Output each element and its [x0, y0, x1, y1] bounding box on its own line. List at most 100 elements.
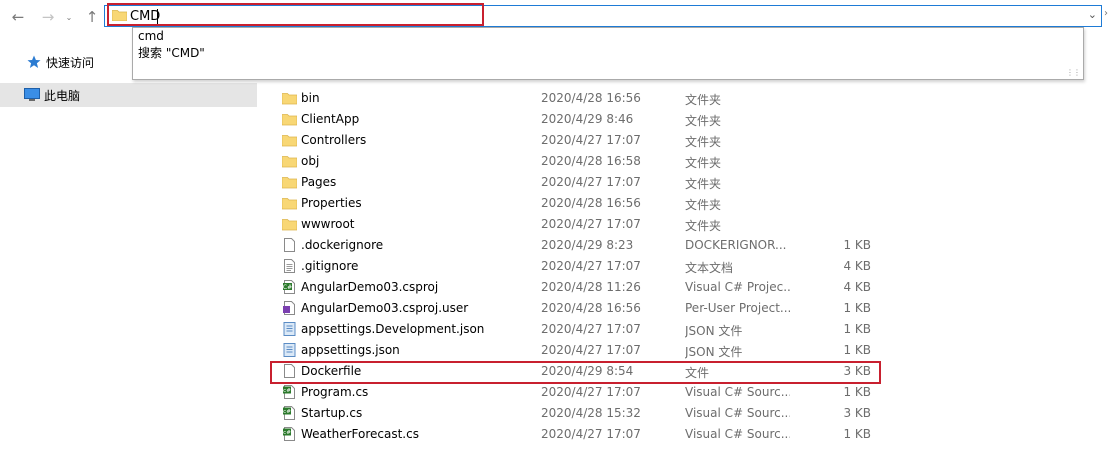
file-row[interactable]: c# Program.cs 2020/4/27 17:07 Visual C# Sou… — [280, 383, 880, 404]
file-size: 3 KB — [843, 364, 871, 378]
file-row[interactable]: .gitignore 2020/4/27 17:07 文本文档 4 KB — [280, 257, 880, 278]
file-row[interactable]: wwwroot 2020/4/27 17:07 文件夹 — [280, 215, 880, 236]
file-row[interactable]: Properties 2020/4/28 16:56 文件夹 — [280, 194, 880, 215]
file-date: 2020/4/28 11:26 — [541, 280, 641, 294]
folder-icon — [281, 91, 298, 105]
refresh-icon[interactable]: › — [1104, 8, 1108, 19]
up-button[interactable]: ↑ — [82, 6, 102, 28]
chevron-down-icon[interactable]: ⌄ — [1088, 8, 1097, 21]
file-date: 2020/4/29 8:46 — [541, 112, 634, 126]
file-row[interactable]: C# AngularDemo03.csproj 2020/4/28 11:26 Vis… — [280, 278, 880, 299]
file-type: DOCKERIGNOR... — [685, 238, 787, 252]
file-date: 2020/4/28 16:56 — [541, 91, 641, 105]
file-name: .dockerignore — [301, 238, 384, 252]
csharp-file-icon: c# — [282, 406, 297, 420]
file-name: appsettings.Development.json — [301, 322, 485, 336]
file-name: wwwroot — [301, 217, 355, 231]
star-icon — [26, 55, 42, 69]
forward-button[interactable]: → — [38, 6, 58, 28]
file-icon — [282, 364, 297, 378]
file-name: Program.cs — [301, 385, 369, 399]
chevron-down-icon: ⌄ — [65, 12, 73, 22]
file-name: Pages — [301, 175, 337, 189]
file-row[interactable]: Pages 2020/4/27 17:07 文件夹 — [280, 173, 880, 194]
file-date: 2020/4/27 17:07 — [541, 259, 641, 273]
folder-icon — [281, 175, 298, 189]
file-type: 文件夹 — [685, 198, 722, 212]
file-name: Dockerfile — [301, 364, 362, 378]
csproj-icon: C# — [282, 280, 297, 294]
file-size: 1 KB — [843, 343, 871, 357]
csharp-file-icon: c# — [282, 427, 297, 441]
file-date: 2020/4/27 17:07 — [541, 385, 641, 399]
text-file-icon — [282, 259, 297, 273]
file-type: 文件 — [685, 366, 710, 380]
file-row[interactable]: appsettings.json 2020/4/27 17:07 JSON 文件 1 … — [280, 341, 880, 362]
file-name: appsettings.json — [301, 343, 400, 357]
file-type: 文件夹 — [685, 177, 722, 191]
folder-icon — [281, 154, 298, 168]
file-type: JSON 文件 — [685, 324, 743, 338]
file-row[interactable]: Dockerfile 2020/4/29 8:54 文件 3 KB — [280, 362, 880, 383]
suggestion-item[interactable]: 搜索 "CMD" — [138, 45, 205, 62]
recent-locations-button[interactable]: ⌄ — [62, 6, 76, 28]
file-date: 2020/4/29 8:54 — [541, 364, 634, 378]
file-row[interactable]: obj 2020/4/28 16:58 文件夹 — [280, 152, 880, 173]
back-button[interactable]: ← — [8, 6, 28, 28]
file-row[interactable]: appsettings.Development.json 2020/4/27 17… — [280, 320, 880, 341]
file-size: 1 KB — [843, 301, 871, 315]
arrow-right-icon: → — [41, 8, 55, 26]
folder-icon — [281, 112, 298, 126]
file-type: Visual C# Projec... — [685, 280, 790, 294]
file-type: 文件夹 — [685, 93, 722, 107]
file-name: Properties — [301, 196, 362, 210]
file-date: 2020/4/27 17:07 — [541, 133, 641, 147]
file-date: 2020/4/27 17:07 — [541, 427, 641, 441]
sidebar-item-label: 快速访问 — [46, 55, 95, 70]
svg-text:C#: C# — [283, 284, 292, 291]
folder-icon — [281, 196, 298, 210]
file-name: AngularDemo03.csproj.user — [301, 301, 469, 315]
file-type: 文件夹 — [685, 135, 722, 149]
file-type: 文本文档 — [685, 261, 734, 275]
svg-text:c#: c# — [283, 388, 291, 394]
vs-user-icon — [282, 301, 297, 315]
resize-grip-icon[interactable]: ⋮⋮ — [1066, 68, 1081, 77]
file-size: 1 KB — [843, 427, 871, 441]
file-row[interactable]: c# Startup.cs 2020/4/28 15:32 Visual C# Sou… — [280, 404, 880, 425]
file-name: .gitignore — [301, 259, 359, 273]
file-size: 4 KB — [843, 259, 871, 273]
file-date: 2020/4/28 16:56 — [541, 196, 641, 210]
file-size: 4 KB — [843, 280, 871, 294]
file-row[interactable]: ClientApp 2020/4/29 8:46 文件夹 — [280, 110, 880, 131]
json-file-icon — [282, 322, 297, 336]
file-row[interactable]: AngularDemo03.csproj.user 2020/4/28 16:56… — [280, 299, 880, 320]
file-type: Per-User Project... — [685, 301, 790, 315]
file-name: obj — [301, 154, 320, 168]
file-row[interactable]: bin 2020/4/28 16:56 文件夹 — [280, 89, 880, 110]
arrow-left-icon: ← — [11, 8, 25, 26]
file-row[interactable]: Controllers 2020/4/27 17:07 文件夹 — [280, 131, 880, 152]
address-input-text[interactable]: CMD — [130, 8, 160, 25]
file-date: 2020/4/28 15:32 — [541, 406, 641, 420]
file-row[interactable]: .dockerignore 2020/4/29 8:23 DOCKERIGNOR..… — [280, 236, 880, 257]
address-bar[interactable]: CMD ⌄ — [104, 5, 1102, 27]
file-date: 2020/4/27 17:07 — [541, 175, 641, 189]
file-date: 2020/4/27 17:07 — [541, 343, 641, 357]
file-date: 2020/4/28 16:56 — [541, 301, 641, 315]
file-size: 3 KB — [843, 406, 871, 420]
folder-icon — [112, 10, 127, 21]
suggestion-item[interactable]: cmd — [138, 28, 164, 45]
folder-icon — [281, 133, 298, 147]
file-date: 2020/4/27 17:07 — [541, 217, 641, 231]
file-row[interactable]: c# WeatherForecast.cs 2020/4/27 17:07 Visua… — [280, 425, 880, 446]
file-name: AngularDemo03.csproj — [301, 280, 439, 294]
sidebar-item-this-pc[interactable]: 此电脑 — [0, 83, 257, 107]
address-suggestions: cmd 搜索 "CMD" ⋮⋮ — [132, 27, 1084, 80]
file-type: Visual C# Sourc... — [685, 385, 790, 399]
sidebar-item-label: 此电脑 — [44, 88, 81, 103]
csharp-file-icon: c# — [282, 385, 297, 399]
file-icon — [282, 238, 297, 252]
folder-icon — [281, 217, 298, 231]
file-type: JSON 文件 — [685, 345, 743, 359]
